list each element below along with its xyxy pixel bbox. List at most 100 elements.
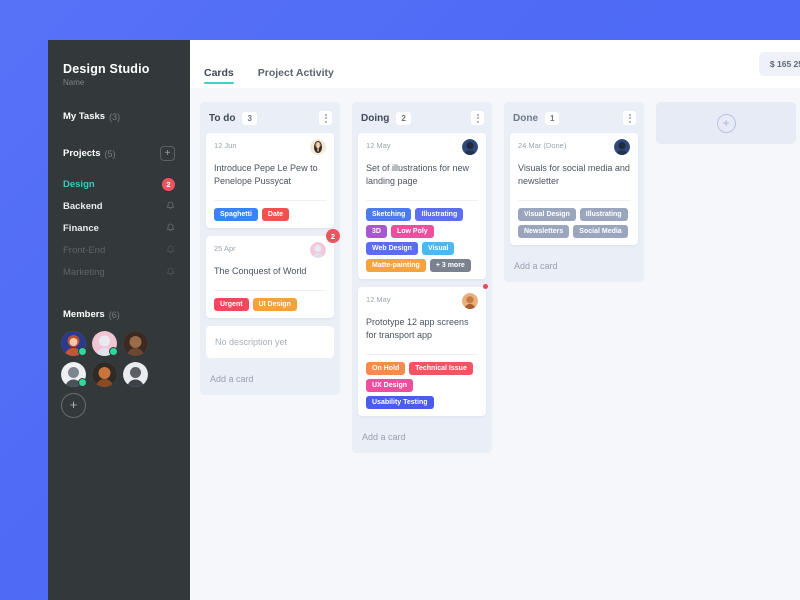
column-title: Done bbox=[513, 112, 538, 124]
tag[interactable]: 3D bbox=[366, 225, 387, 239]
card-tags: Visual Design Illustrating Newsletters Soci… bbox=[518, 208, 630, 239]
card-top: 25 Apr bbox=[214, 242, 326, 259]
tab-cards-label: Cards bbox=[204, 67, 234, 79]
tag[interactable]: Illustrating bbox=[579, 208, 628, 222]
projects-count: (5) bbox=[104, 148, 116, 159]
sidebar: Design Studio Name My Tasks (3) Projects… bbox=[48, 40, 190, 600]
avatar-image bbox=[61, 362, 86, 387]
avatar-image bbox=[92, 331, 117, 356]
card-title: The Conquest of World bbox=[214, 266, 307, 277]
board-column-done: Done 1 24 Mar (Done) Visuals for social med… bbox=[504, 102, 644, 283]
tag[interactable]: Matte-painting bbox=[366, 259, 426, 273]
sidebar-item-backend[interactable]: Backend bbox=[48, 195, 190, 217]
my-tasks-section[interactable]: My Tasks (3) bbox=[48, 111, 190, 122]
add-card-button[interactable]: Add a card bbox=[358, 424, 486, 447]
kebab-menu-icon[interactable] bbox=[471, 111, 484, 125]
my-tasks-count: (3) bbox=[109, 111, 121, 122]
members-header: Members (6) bbox=[48, 309, 190, 320]
card-avatar[interactable] bbox=[462, 293, 478, 310]
add-member-button[interactable]: + bbox=[61, 393, 86, 418]
task-card[interactable]: 12 May Prototype 12 app screens for trans… bbox=[358, 284, 488, 417]
kebab-menu-icon[interactable] bbox=[623, 111, 636, 125]
avatar[interactable] bbox=[123, 362, 148, 387]
add-project-button[interactable]: + bbox=[160, 146, 175, 161]
tag[interactable]: Visual Design bbox=[518, 208, 576, 222]
task-card[interactable]: 12 Jun Introduce Pepe Le Pew to Penelope … bbox=[206, 133, 334, 229]
card-top: 12 May bbox=[366, 293, 478, 310]
members-section: Members (6) + bbox=[48, 309, 190, 418]
avatar-image bbox=[310, 242, 326, 259]
column-header: To do 3 bbox=[206, 109, 334, 125]
tag[interactable]: UI Design bbox=[252, 298, 297, 312]
card-divider bbox=[366, 354, 478, 356]
card-avatar[interactable] bbox=[614, 139, 630, 155]
tag[interactable]: Sketching bbox=[366, 208, 412, 222]
add-column-button[interactable]: + bbox=[656, 102, 796, 144]
tag[interactable]: Web Design bbox=[366, 242, 418, 256]
topbar: Cards Project Activity $ 165 25 bbox=[190, 40, 800, 88]
projects-section: Projects (5) + bbox=[48, 146, 190, 161]
tag[interactable]: Spaghetti bbox=[214, 208, 258, 222]
card-status-dot bbox=[483, 284, 488, 290]
card-date: 12 Jun bbox=[214, 141, 237, 150]
card-date: 12 May bbox=[366, 141, 391, 150]
tag[interactable]: Low Poly bbox=[390, 225, 434, 239]
avatar[interactable] bbox=[61, 331, 87, 356]
tag[interactable]: Usability Testing bbox=[366, 396, 434, 410]
tag[interactable]: Technical Issue bbox=[409, 362, 473, 376]
sidebar-item-label: Finance bbox=[63, 222, 99, 234]
add-card-button[interactable]: Add a card bbox=[206, 366, 334, 389]
brand: Design Studio Name bbox=[48, 62, 190, 87]
empty-description-card[interactable]: No description yet bbox=[206, 326, 334, 359]
avatar[interactable] bbox=[123, 331, 148, 356]
bell-icon bbox=[166, 267, 175, 276]
avatar[interactable] bbox=[92, 331, 118, 356]
kebab-menu-icon[interactable] bbox=[319, 111, 332, 125]
card-avatar[interactable] bbox=[310, 242, 326, 259]
card-divider bbox=[214, 290, 326, 292]
column-count: 1 bbox=[545, 111, 560, 125]
sidebar-item-design[interactable]: Design 2 bbox=[48, 173, 190, 195]
avatar-image bbox=[462, 139, 478, 155]
avatar-image bbox=[92, 362, 117, 387]
sidebar-item-marketing[interactable]: Marketing bbox=[48, 261, 190, 283]
sidebar-item-finance[interactable]: Finance bbox=[48, 217, 190, 239]
card-divider bbox=[214, 200, 326, 202]
card-tags: Urgent UI Design bbox=[214, 298, 326, 312]
avatar[interactable] bbox=[92, 362, 117, 387]
tag[interactable]: Social Media bbox=[573, 225, 628, 239]
tag[interactable]: Date bbox=[261, 208, 290, 222]
card-badge: 2 bbox=[326, 229, 340, 244]
projects-label: Projects bbox=[63, 148, 101, 159]
avatar-image bbox=[614, 139, 630, 155]
card-divider bbox=[518, 200, 630, 202]
tab-project-activity[interactable]: Project Activity bbox=[258, 67, 334, 88]
price-chip[interactable]: $ 165 25 bbox=[758, 52, 800, 76]
card-tags: On Hold Technical Issue UX Design Usability… bbox=[366, 362, 478, 410]
brand-title: Design Studio bbox=[63, 62, 150, 76]
tag[interactable]: Urgent bbox=[214, 298, 249, 312]
tag[interactable]: Visual bbox=[421, 242, 455, 256]
task-card[interactable]: 2 25 Apr The Conquest of World Urgent UI Des… bbox=[206, 229, 340, 319]
tag[interactable]: Newsletters bbox=[518, 225, 570, 239]
add-card-button[interactable]: Add a card bbox=[510, 253, 638, 276]
bell-icon bbox=[166, 245, 175, 254]
main-content: Cards Project Activity $ 165 25 To do 3 12… bbox=[190, 40, 800, 600]
kanban-board: To do 3 12 Jun Introduce Pepe Le Pew to Pen… bbox=[190, 88, 800, 600]
task-card[interactable]: 12 May Set of illustrations for new landi… bbox=[358, 133, 486, 280]
tag[interactable]: UX Design bbox=[366, 379, 414, 393]
column-title: To do bbox=[209, 112, 236, 124]
card-avatar[interactable] bbox=[462, 139, 478, 155]
sidebar-item-label: Marketing bbox=[63, 266, 105, 278]
card-avatar[interactable] bbox=[310, 139, 326, 155]
tag[interactable]: Illustrating bbox=[415, 208, 464, 222]
sidebar-item-front-end[interactable]: Front-End bbox=[48, 239, 190, 261]
tag[interactable]: + 3 more bbox=[429, 259, 471, 273]
task-card[interactable]: 24 Mar (Done) Visuals for social media an… bbox=[510, 133, 638, 246]
members-label: Members bbox=[63, 309, 105, 320]
card-title: Set of illustrations for new landing pag… bbox=[366, 163, 470, 187]
avatar[interactable] bbox=[61, 362, 87, 387]
tab-cards[interactable]: Cards bbox=[204, 67, 234, 88]
tag[interactable]: On Hold bbox=[366, 362, 406, 376]
avatar-image bbox=[123, 362, 148, 387]
